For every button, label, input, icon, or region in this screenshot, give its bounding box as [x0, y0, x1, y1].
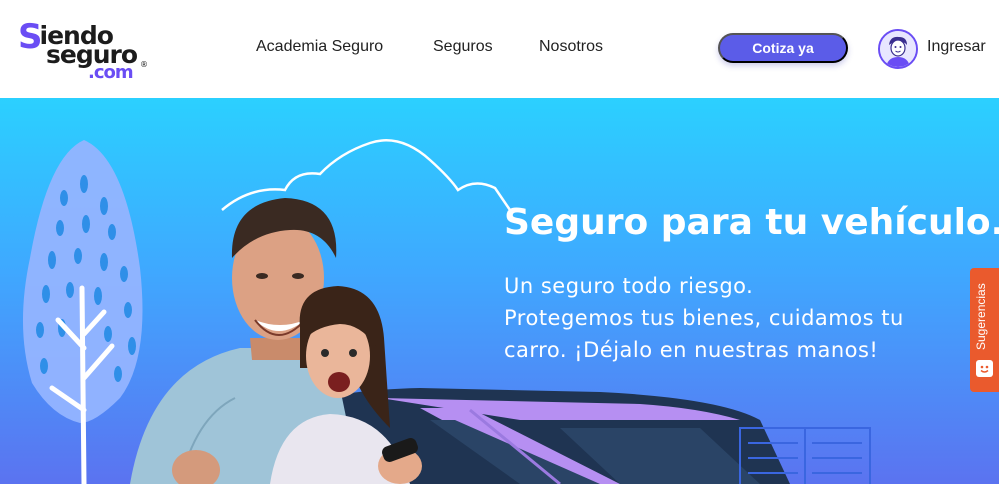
siendoseguro-logo[interactable]: Siendo seguro .com ®: [18, 14, 148, 86]
hero-subtitle: Un seguro todo riesgo. Protegemos tus bi…: [504, 270, 904, 366]
nav-nosotros[interactable]: Nosotros: [539, 38, 603, 56]
sugerencias-feedback-tab[interactable]: Sugerencias: [970, 268, 999, 392]
tree-illustration: [22, 140, 143, 484]
hero-subtitle-line: carro. ¡Déjalo en nuestras manos!: [504, 338, 879, 362]
hero-subtitle-line: Un seguro todo riesgo.: [504, 274, 754, 298]
nav-seguros[interactable]: Seguros: [433, 38, 493, 56]
logo-line-3: .com: [88, 62, 134, 83]
hero-title: Seguro para tu vehículo.: [504, 202, 999, 243]
smile-icon: [976, 360, 993, 377]
logo-initial: S: [18, 17, 42, 57]
hero-banner: Seguro para tu vehículo. Un seguro todo …: [0, 98, 999, 484]
feedback-label: Sugerencias: [974, 283, 988, 350]
cloud-outline: [221, 139, 512, 211]
hero-subtitle-line: Protegemos tus bienes, cuidamos tu: [504, 306, 904, 330]
user-avatar-icon[interactable]: [878, 29, 918, 69]
nav-academia-seguro[interactable]: Academia Seguro: [256, 38, 383, 56]
cotiza-ya-button[interactable]: Cotiza ya: [718, 33, 848, 63]
ingresar-link[interactable]: Ingresar: [927, 38, 986, 56]
site-header: Siendo seguro .com ® Academia Seguro Seg…: [0, 0, 999, 98]
logo-registered-mark: ®: [140, 60, 148, 69]
couple-photo: [130, 198, 422, 484]
